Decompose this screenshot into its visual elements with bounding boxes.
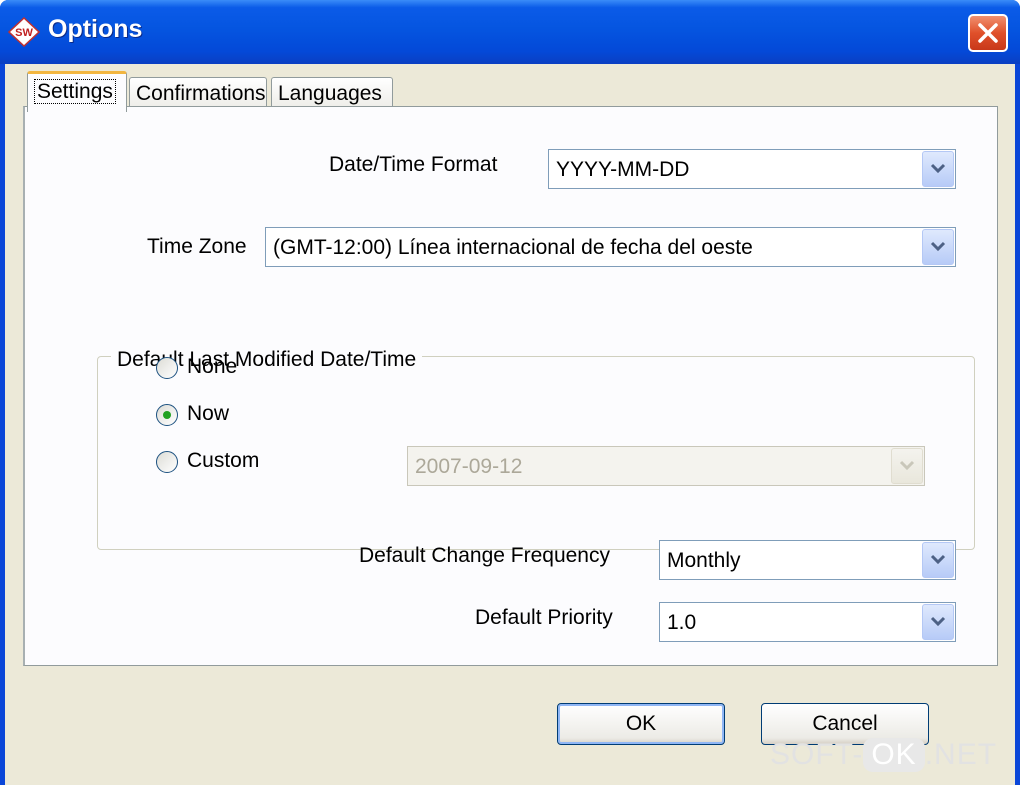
- radio-now[interactable]: [156, 404, 178, 426]
- dropdown-arrow-icon[interactable]: [922, 151, 954, 187]
- ok-button[interactable]: OK: [557, 703, 725, 745]
- dropdown-arrow-icon: [891, 448, 923, 484]
- radio-none[interactable]: [156, 357, 178, 379]
- change-frequency-label: Default Change Frequency: [359, 544, 610, 567]
- radio-selected-dot: [163, 411, 171, 419]
- priority-select[interactable]: 1.0: [659, 602, 956, 642]
- settings-panel: Date/Time Format YYYY-MM-DD Time Zone (G…: [23, 106, 998, 666]
- tab-settings[interactable]: Settings: [27, 71, 127, 112]
- watermark-part1: SOFT-: [770, 738, 864, 771]
- time-zone-label: Time Zone: [147, 235, 247, 258]
- radio-now-label[interactable]: Now: [187, 402, 229, 426]
- title-bar[interactable]: SW Options: [0, 0, 1020, 64]
- close-icon: [978, 23, 998, 43]
- dropdown-arrow-icon[interactable]: [922, 229, 954, 265]
- tab-settings-label: Settings: [34, 79, 116, 104]
- dropdown-arrow-icon[interactable]: [922, 542, 954, 578]
- watermark-part2: OK: [863, 738, 925, 772]
- priority-label: Default Priority: [475, 606, 613, 629]
- date-time-format-select[interactable]: YYYY-MM-DD: [548, 149, 956, 189]
- change-frequency-select[interactable]: Monthly: [659, 540, 956, 580]
- dialog-client-area: Settings Confirmations Languages Date/Ti…: [5, 64, 1015, 785]
- window-title: Options: [48, 15, 143, 43]
- options-dialog: SW Options Settings Confirmations Langua…: [0, 0, 1020, 785]
- custom-date-picker: 2007-09-12: [407, 446, 925, 486]
- priority-value: 1.0: [667, 611, 697, 634]
- watermark-part3: .NET: [924, 738, 998, 771]
- time-zone-select[interactable]: (GMT-12:00) Línea internacional de fecha…: [265, 227, 956, 267]
- close-button[interactable]: [968, 14, 1008, 52]
- svg-text:SW: SW: [15, 27, 33, 39]
- radio-none-label[interactable]: None: [187, 355, 237, 379]
- radio-custom[interactable]: [156, 451, 178, 473]
- tab-languages-label: Languages: [278, 82, 382, 105]
- sw-logo-icon: SW: [8, 17, 40, 47]
- time-zone-value: (GMT-12:00) Línea internacional de fecha…: [273, 236, 753, 259]
- change-frequency-value: Monthly: [667, 549, 741, 572]
- watermark: SOFT- OK .NET: [770, 738, 997, 772]
- date-time-format-label: Date/Time Format: [329, 153, 498, 176]
- radio-custom-label[interactable]: Custom: [187, 449, 259, 473]
- dropdown-arrow-icon[interactable]: [922, 604, 954, 640]
- date-time-format-value: YYYY-MM-DD: [556, 158, 690, 181]
- tab-confirmations-label: Confirmations: [136, 82, 266, 105]
- custom-date-value: 2007-09-12: [415, 455, 523, 478]
